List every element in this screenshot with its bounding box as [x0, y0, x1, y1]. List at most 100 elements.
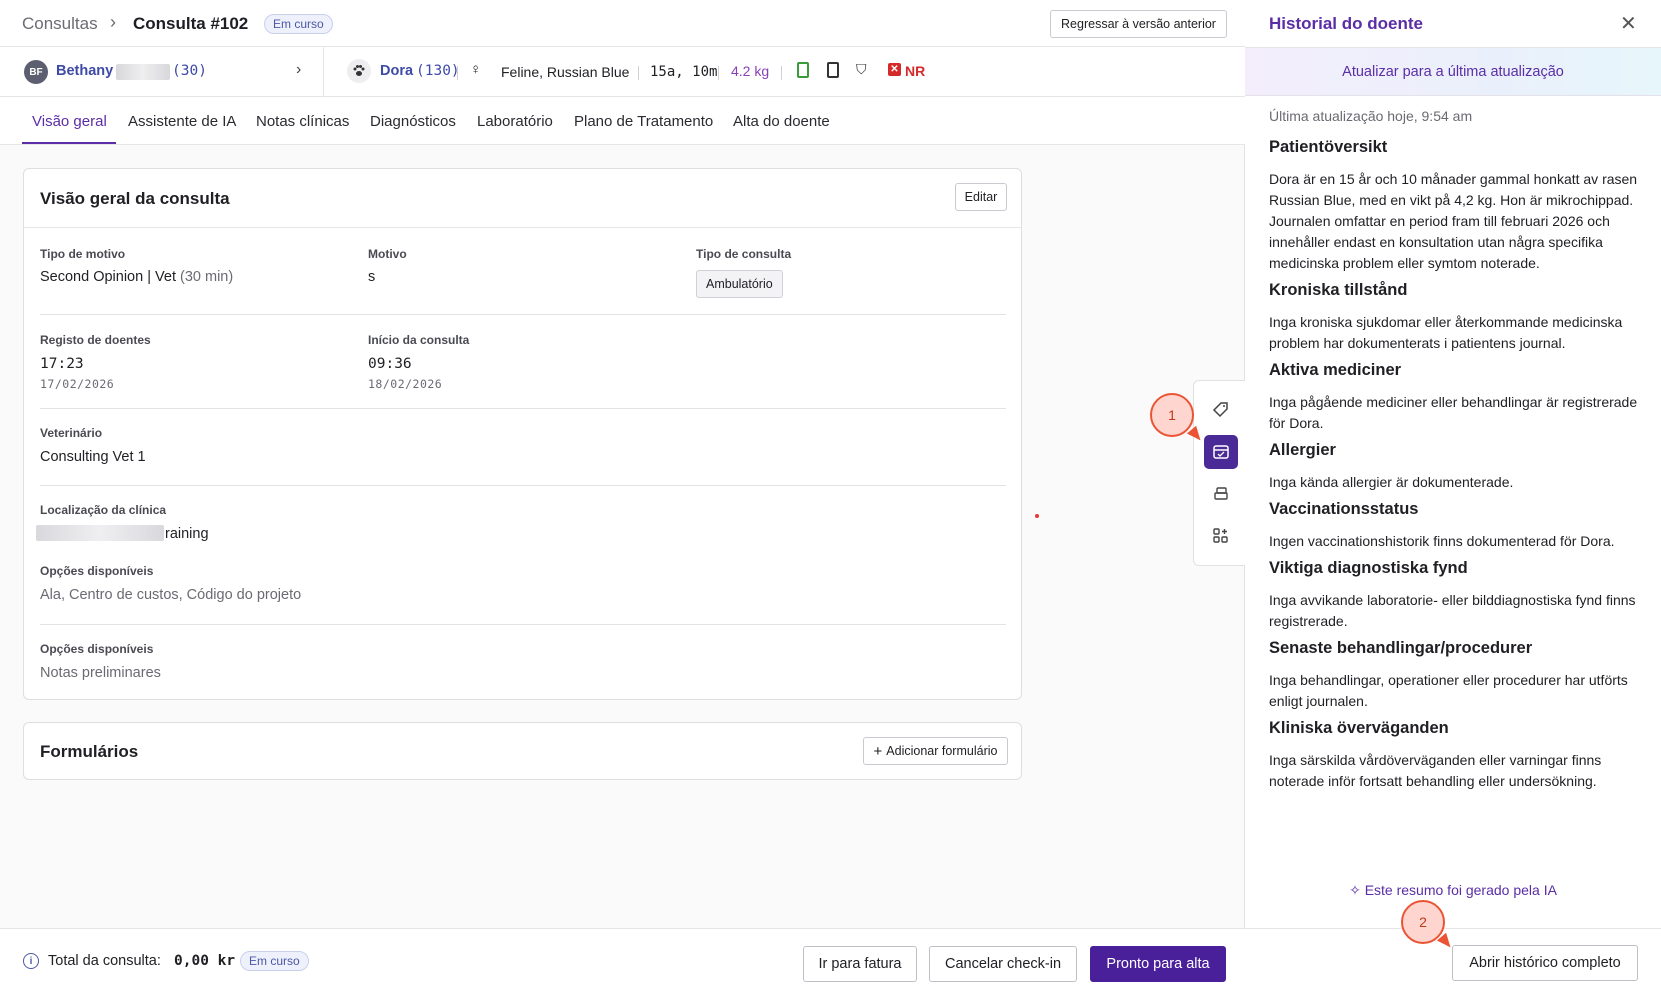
status-badge: Em curso [264, 14, 333, 34]
top-bar: Consultas › Consulta #102 Em curso Regre… [0, 0, 1245, 47]
close-icon[interactable]: ✕ [1620, 11, 1637, 36]
tab-ai-assistant[interactable]: Assistente de IA [128, 113, 236, 130]
field-label: Motivo [368, 247, 407, 261]
redacted-surname [116, 64, 170, 80]
open-full-history-button[interactable]: Abrir histórico completo [1452, 945, 1638, 981]
divider [1245, 928, 1661, 929]
divider [781, 66, 782, 80]
divider [40, 314, 1006, 315]
divider [457, 66, 458, 80]
pet-age: 15a, 10m [650, 64, 718, 80]
total-value: 0,00 kr [174, 953, 236, 969]
revert-version-button[interactable]: Regressar à versão anterior [1050, 10, 1227, 38]
active-tab-indicator [22, 142, 116, 144]
tab-diagnostics[interactable]: Diagnósticos [370, 113, 456, 130]
nr-flag: NR [905, 63, 926, 79]
section-text: Dora är en 15 år och 10 månader gammal h… [1269, 171, 1638, 271]
panel-title: Historial do doente [1269, 14, 1423, 33]
summary-section: Allergier Inga kända allergier är dokumen… [1269, 441, 1649, 493]
reason-value: s [368, 269, 376, 285]
summary-section: Vaccinationsstatus Ingen vaccinationshist… [1269, 500, 1649, 552]
section-heading: Kliniska överväganden [1269, 719, 1449, 737]
section-text: Inga kroniska sjukdomar eller återkomman… [1269, 314, 1623, 351]
pet-weight: 4.2 kg [731, 63, 770, 79]
field-label: Tipo de consulta [696, 247, 792, 261]
go-to-invoice-button[interactable]: Ir para fatura [803, 946, 917, 982]
tab-treatment-plan[interactable]: Plano de Tratamento [574, 113, 713, 130]
field-label: Opções disponíveis [40, 642, 154, 656]
section-heading: Allergier [1269, 441, 1336, 459]
section-heading: Kroniska tillstånd [1269, 281, 1408, 299]
summary-section: Viktiga diagnostiska fynd Inga avvikande … [1269, 559, 1649, 632]
ready-for-discharge-button[interactable]: Pronto para alta [1090, 946, 1226, 982]
patient-history-icon[interactable] [1204, 435, 1238, 469]
field-label: Veterinário [40, 426, 103, 440]
summary-section: Kroniska tillstånd Inga kroniska sjukdoma… [1269, 281, 1649, 354]
tab-discharge[interactable]: Alta do doente [733, 113, 830, 130]
annotation-callout-1: 1 [1150, 393, 1194, 437]
tab-laboratory[interactable]: Laboratório [477, 113, 553, 130]
owner-count: (30) [172, 63, 207, 79]
owner-name-link[interactable]: Bethany [56, 63, 113, 79]
options-value[interactable]: Ala, Centro de custos, Código do projeto [40, 587, 301, 603]
reason-duration: (30 min) [180, 269, 234, 285]
field-label: Início da consulta [368, 333, 470, 347]
breadcrumb-consultas[interactable]: Consultas [22, 14, 98, 34]
registry-time: 17:23 [40, 356, 84, 372]
owner-avatar: BF [24, 60, 48, 84]
status-badge: Em curso [240, 951, 309, 971]
divider [638, 66, 639, 80]
ai-generated-note: ✧ Este resumo foi gerado pela IA [1349, 882, 1557, 898]
add-form-button[interactable]: + Adicionar formulário [863, 737, 1008, 765]
edit-button[interactable]: Editar [955, 183, 1007, 211]
card-title: Formulários [40, 742, 139, 761]
consultation-pane: Consultas › Consulta #102 Em curso Regre… [0, 0, 1245, 991]
divider [40, 485, 1006, 486]
summary-section: Kliniska överväganden Inga särskilda vård… [1269, 719, 1649, 792]
consult-type-chip: Ambulatório [696, 270, 783, 298]
section-text: Inga särskilda vårdöverväganden eller va… [1269, 752, 1602, 789]
summary-section: Senaste behandlingar/procedurer Inga beha… [1269, 639, 1649, 712]
tab-clinical-notes[interactable]: Notas clínicas [256, 113, 349, 130]
tab-overview[interactable]: Visão geral [32, 113, 107, 130]
tag-icon[interactable] [1204, 393, 1238, 427]
cancel-checkin-button[interactable]: Cancelar check-in [929, 946, 1077, 982]
marker-dot [1035, 514, 1039, 518]
divider [24, 227, 1021, 228]
stack-icon[interactable] [1204, 477, 1238, 511]
clipboard-icon [827, 62, 839, 78]
redacted-location [36, 525, 164, 541]
options2-value[interactable]: Notas preliminares [40, 665, 161, 681]
tool-rail [1193, 380, 1245, 566]
chevron-right-icon[interactable]: › [296, 61, 301, 79]
section-text: Inga behandlingar, operationer eller pro… [1269, 672, 1628, 709]
divider [323, 47, 324, 97]
field-label: Tipo de motivo [40, 247, 126, 261]
pet-name-link[interactable]: Dora [380, 63, 413, 79]
section-heading: Patientöversikt [1269, 138, 1388, 156]
info-icon: i [23, 953, 39, 969]
plus-icon: + [873, 742, 883, 760]
no-resuscitate-icon: ✕ [888, 63, 901, 76]
summary-section: Patientöversikt Dora är en 15 år och 10 m… [1269, 138, 1649, 274]
patient-bar: BF Bethany (30) › Dora (130) ♀ Feline, R… [0, 47, 1245, 97]
footer-bar: i Total da consulta: 0,00 kr Em curso Ir… [0, 928, 1245, 991]
microchip-icon [797, 62, 809, 78]
card-title: Visão geral da consulta [40, 189, 230, 208]
add-form-label: Adicionar formulário [886, 744, 998, 758]
registry-date: 17/02/2026 [40, 377, 115, 391]
field-label: Localização da clínica [40, 503, 167, 517]
section-heading: Viktiga diagnostiska fynd [1269, 559, 1468, 577]
section-text: Inga kända allergier är dokumenterade. [1269, 474, 1514, 490]
location-value: raining [165, 526, 209, 542]
field-label: Registo de doentes [40, 333, 151, 347]
breadcrumb-separator: › [110, 12, 116, 32]
field-value: Second Opinion | Vet (30 min) [40, 269, 233, 285]
shield-icon: ⛉ [856, 61, 867, 77]
page-title: Consulta #102 [133, 14, 249, 33]
add-widget-icon[interactable] [1204, 519, 1238, 553]
ai-summary[interactable]: Patientöversikt Dora är en 15 år och 10 m… [1269, 138, 1649, 865]
section-heading: Aktiva mediciner [1269, 361, 1402, 379]
field-label: Opções disponíveis [40, 564, 154, 578]
update-banner-link[interactable]: Atualizar para a última atualização [1245, 48, 1661, 96]
